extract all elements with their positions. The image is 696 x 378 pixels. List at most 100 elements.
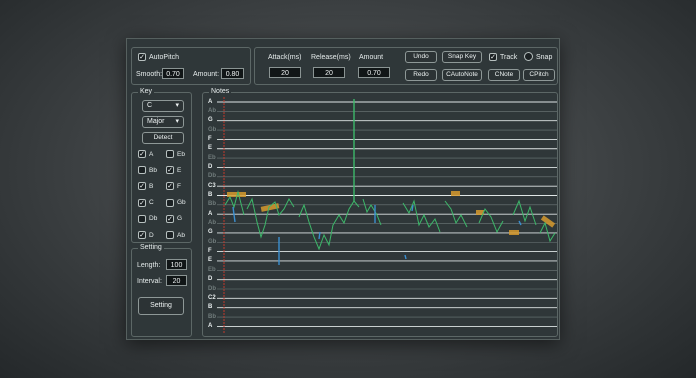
key-note-checkbox-d[interactable]: ✓ [138, 231, 146, 239]
check-icon: ✓ [139, 54, 145, 61]
pitch-curve-corrected [411, 204, 414, 212]
autopitch-amount-input[interactable]: 0.80 [221, 68, 244, 79]
autopitch-amount-label: Amount: [193, 71, 220, 78]
snap-label: Snap [536, 54, 553, 61]
note-row-label: A [208, 322, 213, 329]
key-note-checkbox-f[interactable]: ✓ [166, 182, 174, 191]
key-note-checkbox-e[interactable]: ✓ [166, 166, 174, 175]
key-note-checkbox-a[interactable]: ✓ [138, 150, 146, 158]
key-note-label: G [177, 215, 183, 223]
autopitch-checkbox[interactable]: ✓ [138, 53, 146, 61]
scale-select[interactable]: Major ▾ [142, 116, 184, 128]
pitch-correction-window: ✓ AutoPitch Smooth: 0.70 Amount: 0.80 At… [126, 38, 560, 340]
pitch-curves [224, 99, 556, 265]
key-note-checkbox-bb[interactable] [138, 166, 146, 175]
key-panel: Key C ▾ Major ▾ Detect ✓ A Eb Bb ✓ E ✓ B ✓ F ✓ C Gb D… [131, 87, 192, 243]
snap-key-button[interactable]: Snap Key [442, 51, 482, 63]
interval-input[interactable]: 20 [166, 275, 187, 286]
scale-value: Major [147, 118, 165, 125]
root-note-select[interactable]: C ▾ [142, 100, 184, 112]
note-row-label: B [208, 304, 213, 311]
key-note-label: Ab [177, 231, 185, 239]
amount-input[interactable]: 0.70 [358, 67, 390, 78]
attack-label: Attack(ms) [268, 54, 302, 61]
pitch-editor[interactable] [217, 97, 557, 333]
params-panel: Attack(ms) 20 Release(ms) 20 Amount 0.70… [254, 47, 558, 85]
cnote-button[interactable]: CNote [488, 69, 520, 81]
note-row-label: E [208, 145, 213, 152]
key-note-label: Bb [149, 166, 157, 174]
chevron-down-icon: ▾ [175, 118, 179, 125]
note-block [451, 191, 460, 196]
note-block [509, 230, 519, 235]
undo-button[interactable]: Undo [405, 51, 437, 63]
note-row-label: D [208, 163, 213, 170]
note-row-label: B [208, 192, 213, 198]
key-note-checkbox-b[interactable]: ✓ [138, 182, 146, 191]
setting-panel-title: Setting [138, 243, 164, 253]
amount-label: Amount [359, 54, 384, 61]
check-icon: ✓ [139, 232, 145, 239]
root-note-value: C [147, 102, 153, 109]
pitch-curve-corrected [404, 254, 407, 260]
snap-radio[interactable] [524, 52, 533, 61]
pitch-curve-corrected [518, 220, 522, 226]
note-row-label: D [208, 276, 213, 283]
pitch-curve [362, 198, 382, 226]
key-note-checkbox-ab[interactable] [166, 231, 174, 239]
length-input[interactable]: 100 [166, 259, 187, 270]
key-note-checkbox-eb[interactable] [166, 150, 174, 158]
pitch-curve [402, 199, 441, 233]
detect-button[interactable]: Detect [142, 132, 184, 144]
check-icon: ✓ [490, 54, 496, 61]
setting-button[interactable]: Setting [138, 297, 184, 315]
notes-panel-title: Notes [209, 87, 232, 97]
key-note-checkbox-c[interactable]: ✓ [138, 198, 146, 207]
check-icon: ✓ [167, 215, 173, 223]
key-note-label: F [177, 182, 181, 190]
key-note-checkbox-g[interactable]: ✓ [166, 214, 174, 223]
note-blocks [227, 191, 556, 235]
key-note-checkbox-db[interactable] [138, 214, 146, 223]
cpitch-button[interactable]: CPitch [523, 69, 555, 81]
autopitch-panel: ✓ AutoPitch Smooth: 0.70 Amount: 0.80 [131, 47, 251, 85]
redo-button[interactable]: Redo [405, 69, 437, 81]
setting-panel: Setting Length: 100 Interval: 20 Setting [131, 243, 192, 337]
interval-label: Interval: [137, 278, 162, 285]
note-row-label: Gb [208, 238, 217, 245]
key-panel-title: Key [138, 87, 155, 97]
attack-input[interactable]: 20 [269, 67, 301, 78]
note-row-label: G [208, 229, 213, 236]
note-row-label: A [208, 98, 213, 105]
note-row-label: Db [208, 173, 216, 180]
key-note-label: B [149, 182, 154, 190]
key-note-label: A [149, 150, 154, 158]
note-row-label: Ab [208, 220, 216, 227]
key-note-checkbox-gb[interactable] [166, 198, 174, 207]
note-row-label: A [208, 210, 213, 217]
note-row-label: Bb [208, 313, 216, 320]
note-row-label: C2 [208, 294, 216, 301]
note-row-label: C3 [208, 182, 216, 189]
note-row-label: Db [208, 285, 216, 292]
release-input[interactable]: 20 [313, 67, 345, 78]
key-note-label: Db [149, 215, 158, 223]
pitch-curve-corrected [232, 206, 236, 223]
key-note-label: Eb [177, 150, 185, 158]
check-icon: ✓ [167, 183, 173, 191]
note-row-label: Ab [208, 107, 216, 114]
note-row-label: F [208, 135, 212, 142]
note-row-label: Eb [208, 266, 216, 273]
notes-panel: Notes A Ab G Gb F E Eb D Db C3 B Bb A Ab G Gb F E Eb D Db C2 B… [202, 87, 558, 337]
length-label: Length: [137, 262, 161, 269]
cautonote-button[interactable]: CAutoNote [442, 69, 482, 81]
smooth-label: Smooth: [136, 71, 163, 78]
note-row-label: Bb [208, 201, 216, 208]
release-label: Release(ms) [311, 54, 351, 61]
note-row-label: Gb [208, 126, 217, 133]
track-checkbox[interactable]: ✓ [489, 53, 497, 61]
smooth-input[interactable]: 0.70 [162, 68, 184, 79]
autopitch-label: AutoPitch [149, 54, 179, 61]
check-icon: ✓ [139, 151, 145, 158]
key-note-label: C [149, 199, 154, 207]
